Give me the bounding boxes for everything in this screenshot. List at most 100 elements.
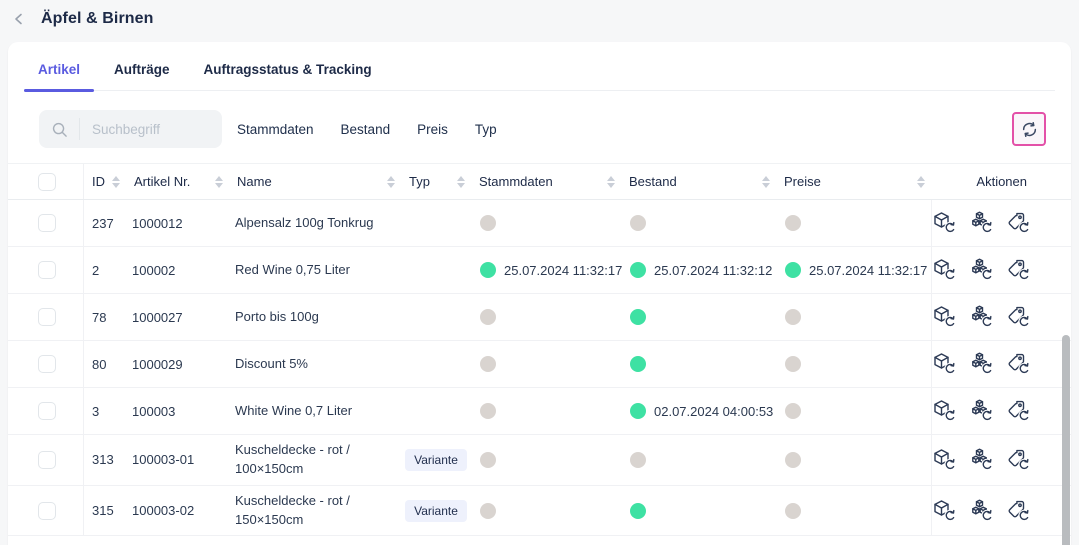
row-checkbox[interactable] (38, 214, 56, 232)
sort-icon[interactable] (215, 176, 223, 188)
sync-stock-cubes-icon[interactable] (969, 211, 993, 235)
row-actions (931, 247, 1074, 293)
status-dot (785, 215, 801, 231)
sort-icon[interactable] (112, 176, 120, 188)
row-stammdaten (471, 403, 621, 419)
row-actions (931, 294, 1074, 340)
sync-stock-cubes-icon[interactable] (969, 499, 993, 523)
sync-masterdata-cube-icon[interactable] (932, 211, 956, 235)
refresh-sync-icon (1021, 121, 1038, 138)
status-dot (785, 452, 801, 468)
status-dot (630, 503, 646, 519)
sync-prices-tag-icon[interactable] (1006, 499, 1030, 523)
tab-artikel[interactable]: Artikel (24, 62, 94, 90)
sort-icon[interactable] (917, 176, 925, 188)
sync-stock-cubes-icon[interactable] (969, 352, 993, 376)
sync-masterdata-cube-icon[interactable] (932, 448, 956, 472)
sync-masterdata-cube-icon[interactable] (932, 305, 956, 329)
sync-masterdata-cube-icon[interactable] (932, 499, 956, 523)
toolbar: Stammdaten Bestand Preis Typ (39, 110, 1046, 148)
filter-preis[interactable]: Preis (417, 122, 448, 137)
row-bestand: 25.07.2024 11:32:12 (621, 262, 776, 278)
row-checkbox[interactable] (38, 451, 56, 469)
refresh-button-highlight (1012, 112, 1046, 146)
status-timestamp: 25.07.2024 11:32:17 (809, 263, 927, 278)
status-dot (480, 503, 496, 519)
sort-icon[interactable] (387, 176, 395, 188)
col-header-aktionen: Aktionen (931, 164, 1071, 199)
row-artikel-nr: 100003 (126, 404, 229, 419)
col-header-artikel-nr[interactable]: Artikel Nr. (126, 164, 229, 199)
vertical-scrollbar[interactable] (1062, 335, 1070, 545)
select-all-checkbox[interactable] (38, 173, 56, 191)
row-id: 315 (84, 503, 126, 518)
sort-icon[interactable] (607, 176, 615, 188)
row-checkbox[interactable] (38, 402, 56, 420)
row-actions (931, 341, 1074, 387)
row-name: Porto bis 100g (229, 302, 401, 333)
row-name: Discount 5% (229, 349, 401, 380)
variante-badge: Variante (405, 500, 467, 522)
sync-prices-tag-icon[interactable] (1006, 399, 1030, 423)
row-select-cell (8, 388, 84, 434)
col-header-preise[interactable]: Preise (776, 164, 931, 199)
tab-auftragsstatus-tracking[interactable]: Auftragsstatus & Tracking (190, 62, 386, 90)
sort-icon[interactable] (762, 176, 770, 188)
status-dot (785, 403, 801, 419)
row-typ: Variante (401, 500, 471, 522)
col-header-bestand[interactable]: Bestand (621, 164, 776, 199)
chevron-left-icon (12, 12, 26, 26)
sync-prices-tag-icon[interactable] (1006, 211, 1030, 235)
row-id: 78 (84, 310, 126, 325)
row-id: 3 (84, 404, 126, 419)
page-title: Äpfel & Birnen (41, 10, 154, 28)
row-checkbox[interactable] (38, 308, 56, 326)
row-stammdaten (471, 215, 621, 231)
row-typ: Variante (401, 449, 471, 471)
sync-prices-tag-icon[interactable] (1006, 305, 1030, 329)
col-header-id[interactable]: ID (84, 164, 126, 199)
status-dot (480, 356, 496, 372)
table-row: 3 100003 White Wine 0,7 Liter 02.07.2024… (8, 388, 1071, 435)
search-input[interactable] (80, 122, 218, 137)
table-row: 313 100003-01 Kuscheldecke - rot / 100×1… (8, 435, 1071, 486)
filter-bestand[interactable]: Bestand (341, 122, 391, 137)
row-preise (776, 309, 931, 325)
row-checkbox[interactable] (38, 261, 56, 279)
row-checkbox[interactable] (38, 502, 56, 520)
search-box[interactable] (39, 110, 222, 148)
sync-stock-cubes-icon[interactable] (969, 305, 993, 329)
sort-icon[interactable] (457, 176, 465, 188)
row-stammdaten (471, 356, 621, 372)
col-header-stammdaten[interactable]: Stammdaten (471, 164, 621, 199)
sync-masterdata-cube-icon[interactable] (932, 258, 956, 282)
tab-bar: Artikel Aufträge Auftragsstatus & Tracki… (24, 62, 1055, 91)
row-checkbox[interactable] (38, 355, 56, 373)
variante-badge: Variante (405, 449, 467, 471)
back-button[interactable] (9, 9, 29, 29)
refresh-button[interactable] (1012, 112, 1046, 146)
sync-prices-tag-icon[interactable] (1006, 448, 1030, 472)
sync-masterdata-cube-icon[interactable] (932, 399, 956, 423)
row-artikel-nr: 1000012 (126, 216, 229, 231)
sync-prices-tag-icon[interactable] (1006, 352, 1030, 376)
sync-stock-cubes-icon[interactable] (969, 399, 993, 423)
sync-stock-cubes-icon[interactable] (969, 258, 993, 282)
filter-stammdaten[interactable]: Stammdaten (237, 122, 314, 137)
table-row: 237 1000012 Alpensalz 100g Tonkrug (8, 200, 1071, 247)
status-dot (480, 403, 496, 419)
col-header-typ[interactable]: Typ (401, 164, 471, 199)
sync-stock-cubes-icon[interactable] (969, 448, 993, 472)
status-dot (480, 452, 496, 468)
tab-auftraege[interactable]: Aufträge (100, 62, 184, 90)
search-icon (39, 118, 80, 140)
filter-typ[interactable]: Typ (475, 122, 497, 137)
sync-prices-tag-icon[interactable] (1006, 258, 1030, 282)
table-row: 78 1000027 Porto bis 100g (8, 294, 1071, 341)
col-header-name[interactable]: Name (229, 164, 401, 199)
row-artikel-nr: 100003-02 (126, 503, 229, 518)
row-actions (931, 388, 1074, 434)
sync-masterdata-cube-icon[interactable] (932, 352, 956, 376)
row-id: 2 (84, 263, 126, 278)
status-timestamp: 25.07.2024 11:32:17 (504, 263, 622, 278)
